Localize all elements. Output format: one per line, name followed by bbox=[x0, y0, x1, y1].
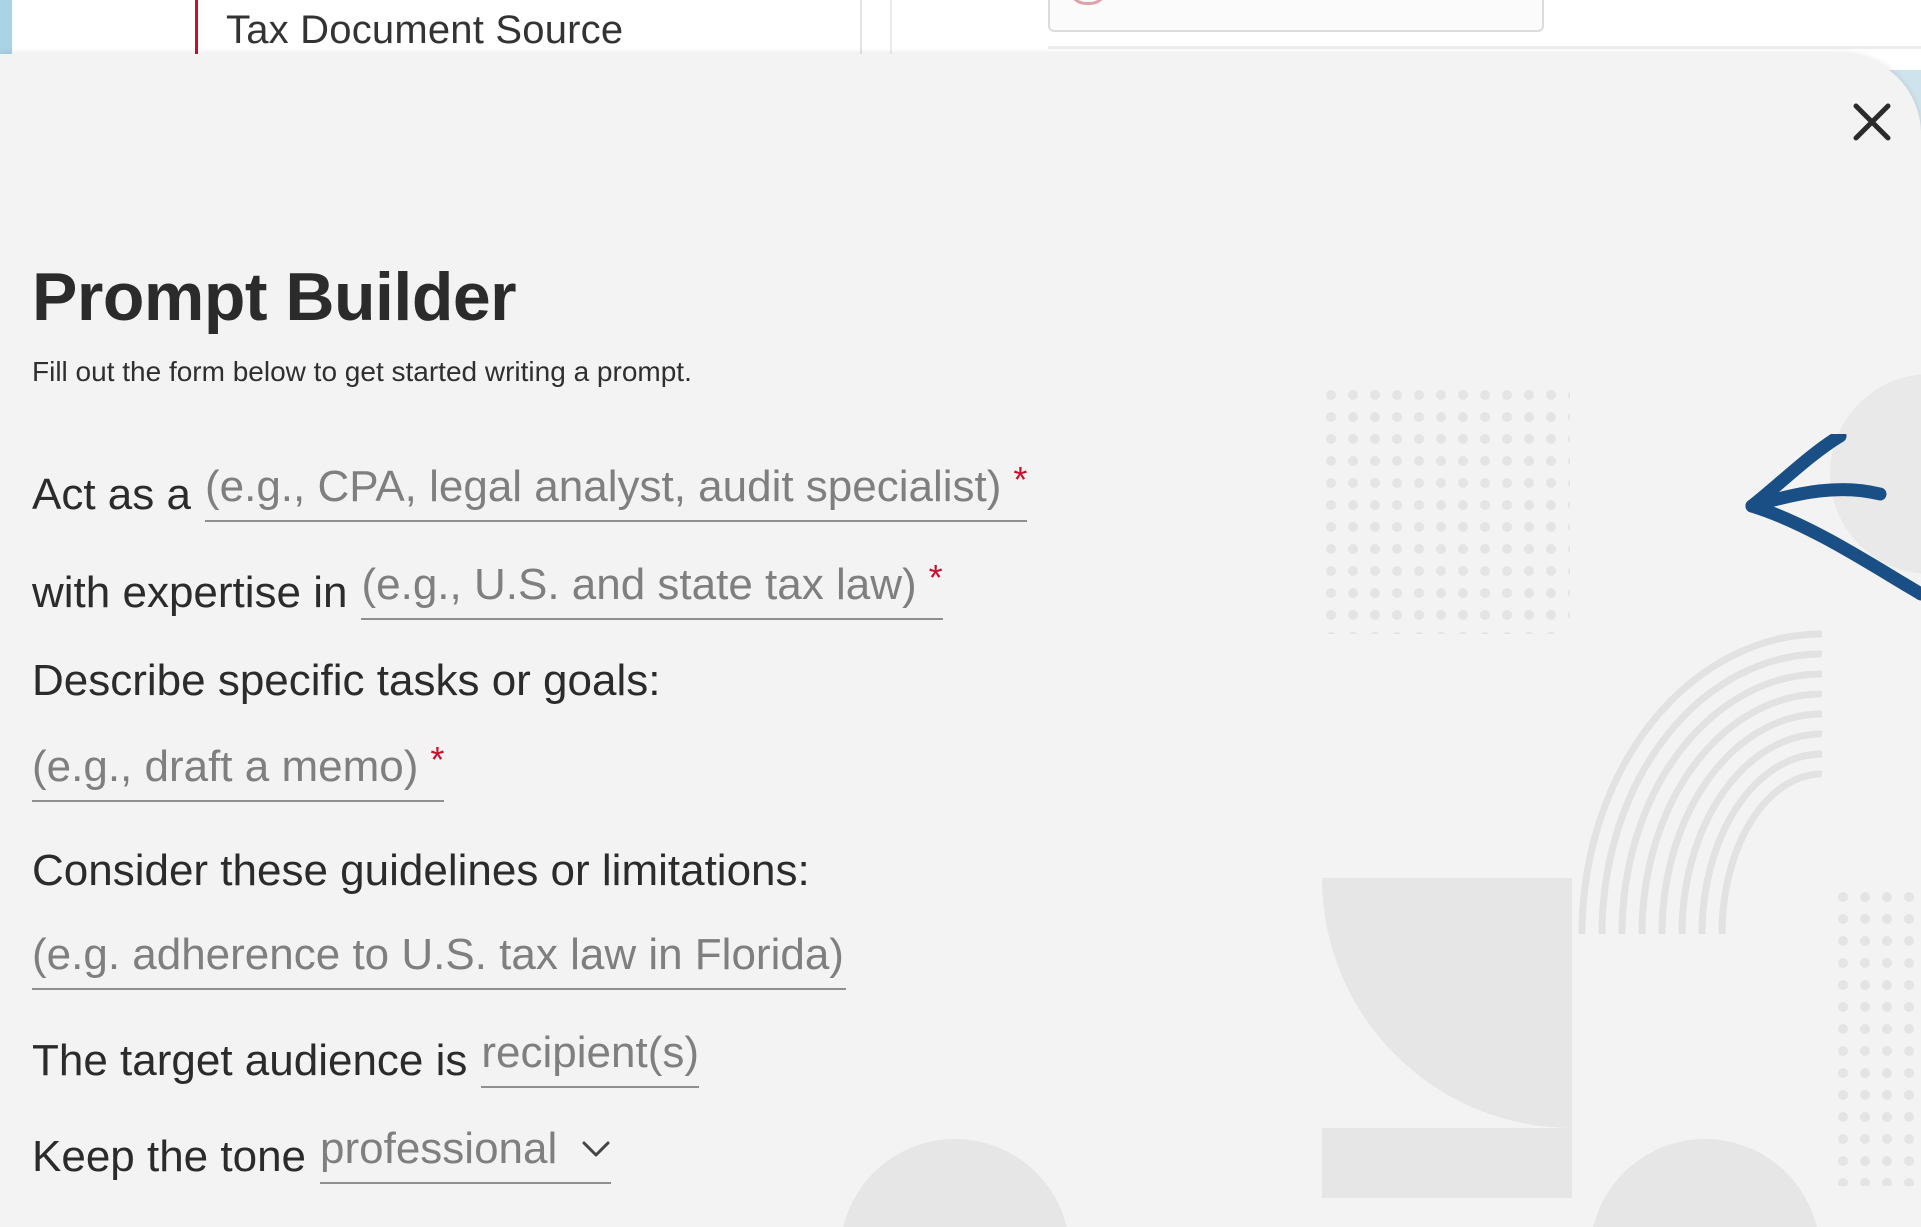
required-indicator: * bbox=[928, 557, 943, 598]
expertise-input[interactable]: (e.g., U.S. and state tax law) * bbox=[361, 557, 943, 620]
chevron-down-icon bbox=[582, 1141, 610, 1157]
guidelines-input[interactable]: (e.g. adherence to U.S. tax law in Flori… bbox=[32, 928, 846, 990]
decorative-quarter-circle-icon bbox=[1322, 878, 1572, 1198]
modal-subtitle: Fill out the form below to get started w… bbox=[32, 356, 692, 387]
act-as-label: Act as a bbox=[32, 470, 191, 519]
background-column-divider bbox=[890, 0, 892, 56]
audience-label: The target audience is bbox=[32, 1036, 468, 1085]
audience-input[interactable]: recipient(s) bbox=[481, 1026, 700, 1088]
required-indicator: * bbox=[1013, 459, 1028, 500]
guidelines-label-row: Consider these guidelines or limitations… bbox=[32, 844, 810, 898]
background-filter-chip[interactable] bbox=[1048, 0, 1544, 32]
decorative-rainbow-arcs-icon bbox=[1578, 630, 1823, 935]
decorative-semicircle-icon bbox=[843, 1139, 1067, 1227]
guidelines-placeholder: (e.g. adherence to U.S. tax law in Flori… bbox=[32, 930, 844, 979]
tasks-input[interactable]: (e.g., draft a memo) * bbox=[32, 739, 445, 802]
tone-select[interactable]: professional bbox=[320, 1122, 612, 1184]
background-row-divider bbox=[1048, 46, 1921, 49]
close-icon bbox=[1853, 103, 1891, 141]
background-column-divider bbox=[860, 0, 862, 56]
tasks-input-row: (e.g., draft a memo) * bbox=[32, 739, 445, 802]
guidelines-label: Consider these guidelines or limitations… bbox=[32, 846, 810, 895]
close-button[interactable] bbox=[1846, 96, 1898, 148]
guidelines-input-row: (e.g. adherence to U.S. tax law in Flori… bbox=[32, 928, 846, 990]
modal-title: Prompt Builder bbox=[32, 259, 517, 335]
decorative-semicircle-icon bbox=[1593, 1139, 1817, 1227]
prompt-builder-modal: Prompt Builder Fill out the form below t… bbox=[0, 54, 1921, 1227]
tasks-label: Describe specific tasks or goals: bbox=[32, 656, 661, 705]
tone-row: Keep the tone professional bbox=[32, 1122, 612, 1184]
background-chip-icon bbox=[1068, 0, 1108, 5]
audience-placeholder: recipient(s) bbox=[481, 1028, 700, 1077]
expertise-placeholder: (e.g., U.S. and state tax law) bbox=[361, 560, 917, 609]
arrow-left-icon bbox=[1745, 434, 1921, 601]
audience-row: The target audience is recipient(s) bbox=[32, 1026, 700, 1088]
decorative-dot-grid-icon bbox=[1832, 886, 1921, 1186]
decorative-dot-grid-icon bbox=[1320, 384, 1570, 634]
expertise-label: with expertise in bbox=[32, 568, 348, 617]
expertise-row: with expertise in (e.g., U.S. and state … bbox=[32, 558, 943, 620]
tone-label: Keep the tone bbox=[32, 1132, 307, 1181]
background-accent-bar bbox=[0, 0, 12, 60]
tasks-placeholder: (e.g., draft a memo) bbox=[32, 742, 419, 791]
tone-selected-value: professional bbox=[320, 1124, 558, 1173]
tasks-label-row: Describe specific tasks or goals: bbox=[32, 654, 660, 708]
required-indicator: * bbox=[430, 739, 445, 780]
act-as-row: Act as a (e.g., CPA, legal analyst, audi… bbox=[32, 459, 1028, 522]
decorative-circle-icon bbox=[1830, 374, 1921, 574]
background-red-divider bbox=[195, 0, 198, 56]
act-as-placeholder: (e.g., CPA, legal analyst, audit special… bbox=[204, 462, 1002, 511]
background-document-label[interactable]: Tax Document Source bbox=[226, 8, 623, 53]
act-as-input[interactable]: (e.g., CPA, legal analyst, audit special… bbox=[204, 459, 1028, 522]
screen: Tax Document Source Prompt Builder Fill … bbox=[0, 0, 1921, 1227]
